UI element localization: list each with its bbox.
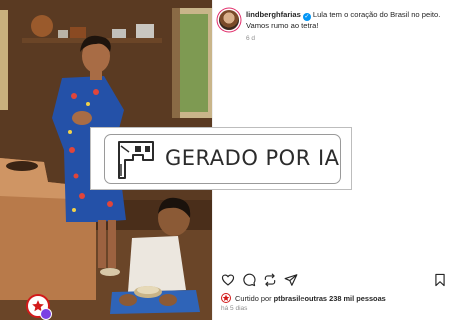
likes-prefix: Curtido por: [235, 293, 272, 303]
liker-username[interactable]: ptbrasil: [274, 294, 301, 303]
ai-label-frame: GERADO POR IA: [104, 134, 341, 184]
share-icon[interactable]: [284, 273, 298, 287]
post-date: há 5 dias: [221, 305, 248, 312]
username-link[interactable]: lindberghfarias: [246, 10, 301, 19]
caption: lindberghfarias ✓ Lula tem o coração do Br…: [246, 10, 444, 31]
repost-icon[interactable]: [263, 273, 277, 287]
ai-info-badge[interactable]: [40, 308, 52, 320]
post-header: lindberghfarias ✓ Lula tem o coração do Br…: [219, 10, 447, 42]
time-ago: 6 d: [246, 35, 256, 42]
heart-icon[interactable]: [221, 273, 235, 287]
avatar[interactable]: [219, 10, 239, 30]
ai-generated-label: GERADO POR IA: [90, 127, 352, 190]
caption-block: lindberghfarias ✓ Lula tem o coração do Br…: [246, 10, 444, 42]
likes-summary[interactable]: Curtido por ptbrasil e outras 238 mil pe…: [221, 293, 386, 303]
likes-others[interactable]: outras 238 mil pessoas: [304, 294, 385, 303]
ai-label-text: GERADO POR IA: [165, 146, 340, 170]
action-bar: [221, 273, 447, 287]
robot-icon: [113, 138, 161, 182]
bookmark-icon[interactable]: [433, 273, 447, 287]
verified-icon: ✓: [302, 13, 311, 21]
comment-icon[interactable]: [242, 273, 256, 287]
liker-avatar: [221, 293, 231, 303]
